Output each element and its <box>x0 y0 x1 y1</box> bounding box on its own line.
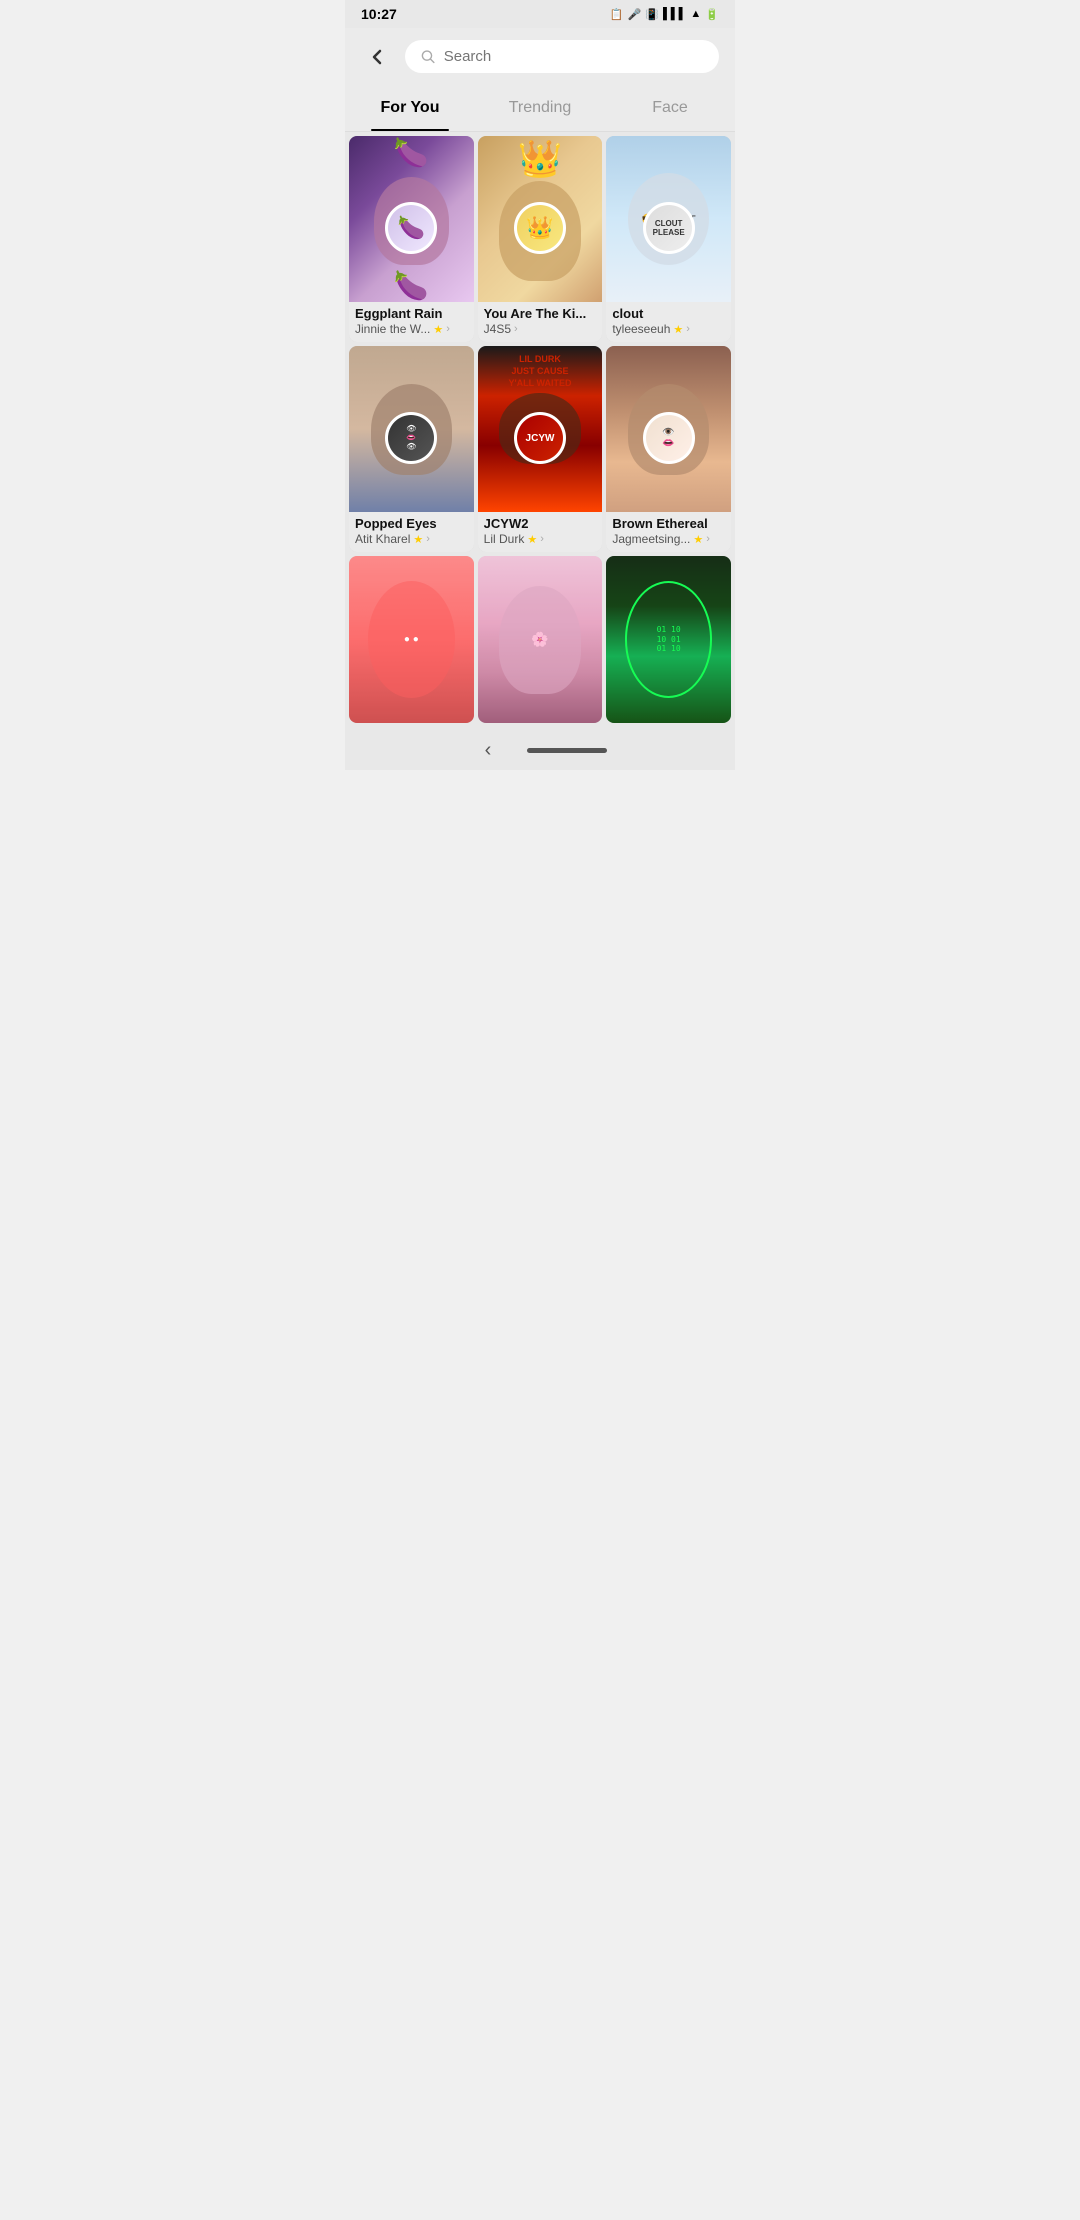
card-2-info: You Are The Ki... J4S5 › <box>478 302 603 342</box>
card-3-author-name: tyleeseeuh <box>612 322 670 336</box>
card-5-author-name: Lil Durk <box>484 532 525 546</box>
card-4-title: Popped Eyes <box>355 516 468 531</box>
search-input[interactable] <box>444 48 703 65</box>
card-6-verified-icon: ★ <box>693 533 703 546</box>
card-3-avatar: CLOUT PLEASE <box>643 202 695 254</box>
card-5-title: JCYW2 <box>484 516 597 531</box>
card-2-avatar: 👑 <box>514 202 566 254</box>
nav-pill[interactable] <box>527 748 607 753</box>
card-1-verified-icon: ★ <box>433 323 443 336</box>
header <box>345 28 735 85</box>
filter-card-4[interactable]: 🙄 👁👄👁 Popped Eyes Atit Kharel ★ › <box>349 346 474 552</box>
filter-card-2[interactable]: 👑 😮 👑 You Are The Ki... J4S5 › <box>478 136 603 342</box>
filters-grid: 🍆 😱 🍆 🍆 Eggplant Rain Jinnie the W... ★ … <box>345 132 735 727</box>
card-1-author: Jinnie the W... ★ › <box>355 322 468 336</box>
card-2-author: J4S5 › <box>484 322 597 336</box>
card-5-author: Lil Durk ★ › <box>484 532 597 546</box>
card-5-verified-icon: ★ <box>527 533 537 546</box>
card-1-avatar: 🍆 <box>385 202 437 254</box>
card-6-author-name: Jagmeetsing... <box>612 532 690 546</box>
filter-card-5[interactable]: LIL DURKJUST CAUSEY'ALL WAITED JCYW JCYW… <box>478 346 603 552</box>
vibrate-icon: 📳 <box>645 8 659 21</box>
back-button[interactable] <box>361 41 393 73</box>
card-6-author: Jagmeetsing... ★ › <box>612 532 725 546</box>
card-5-avatar: JCYW <box>514 412 566 464</box>
wifi-icon: ▲ <box>690 8 701 20</box>
card-6-arrow-icon: › <box>706 533 710 545</box>
filter-card-1[interactable]: 🍆 😱 🍆 🍆 Eggplant Rain Jinnie the W... ★ … <box>349 136 474 342</box>
filter-card-8[interactable]: 🌸 <box>478 556 603 722</box>
card-1-author-name: Jinnie the W... <box>355 322 430 336</box>
card-3-author: tyleeseeuh ★ › <box>612 322 725 336</box>
card-5-arrow-icon: › <box>540 533 544 545</box>
filter-card-7[interactable]: ● ● <box>349 556 474 722</box>
card-4-verified-icon: ★ <box>413 533 423 546</box>
card-1-arrow-icon: › <box>446 323 450 335</box>
card-6-info: Brown Ethereal Jagmeetsing... ★ › <box>606 512 731 552</box>
card-4-author: Atit Kharel ★ › <box>355 532 468 546</box>
card-2-author-name: J4S5 <box>484 322 511 336</box>
notification-icon: 📋 <box>610 8 624 21</box>
card-1-info: Eggplant Rain Jinnie the W... ★ › <box>349 302 474 342</box>
card-4-avatar: 👁👄👁 <box>385 412 437 464</box>
card-4-arrow-icon: › <box>426 533 430 545</box>
card-2-arrow-icon: › <box>514 323 518 335</box>
filter-card-6[interactable]: ✨😐✨ 👁️👄 Brown Ethereal Jagmeetsing... ★ … <box>606 346 731 552</box>
back-nav-arrow[interactable]: ‹ <box>473 735 504 766</box>
status-bar: 10:27 📋 🎤 📳 ▌▌▌ ▲ 🔋 <box>345 0 735 28</box>
card-3-verified-icon: ★ <box>673 323 683 336</box>
status-icons: 📋 🎤 📳 ▌▌▌ ▲ 🔋 <box>610 8 719 21</box>
search-bar[interactable] <box>405 40 719 73</box>
card-5-info: JCYW2 Lil Durk ★ › <box>478 512 603 552</box>
search-icon <box>421 49 436 65</box>
card-1-title: Eggplant Rain <box>355 306 468 321</box>
tab-for-you[interactable]: For You <box>345 85 475 131</box>
card-2-title: You Are The Ki... <box>484 306 597 321</box>
card-3-title: clout <box>612 306 725 321</box>
card-3-arrow-icon: › <box>686 323 690 335</box>
filter-card-9[interactable]: 01 1010 0101 10 <box>606 556 731 722</box>
signal-icon: ▌▌▌ <box>663 8 686 20</box>
mic-icon: 🎤 <box>628 8 642 21</box>
card-6-avatar: 👁️👄 <box>643 412 695 464</box>
filter-card-3[interactable]: 😎 CLOUT CLOUT PLEASE clout tyleeseeuh ★ … <box>606 136 731 342</box>
tabs-bar: For You Trending Face <box>345 85 735 132</box>
card-6-title: Brown Ethereal <box>612 516 725 531</box>
battery-icon: 🔋 <box>705 8 719 21</box>
card-3-info: clout tyleeseeuh ★ › <box>606 302 731 342</box>
tab-face[interactable]: Face <box>605 85 735 131</box>
status-time: 10:27 <box>361 6 397 22</box>
card-4-author-name: Atit Kharel <box>355 532 410 546</box>
bottom-nav: ‹ <box>345 727 735 770</box>
card-4-info: Popped Eyes Atit Kharel ★ › <box>349 512 474 552</box>
tab-trending[interactable]: Trending <box>475 85 605 131</box>
